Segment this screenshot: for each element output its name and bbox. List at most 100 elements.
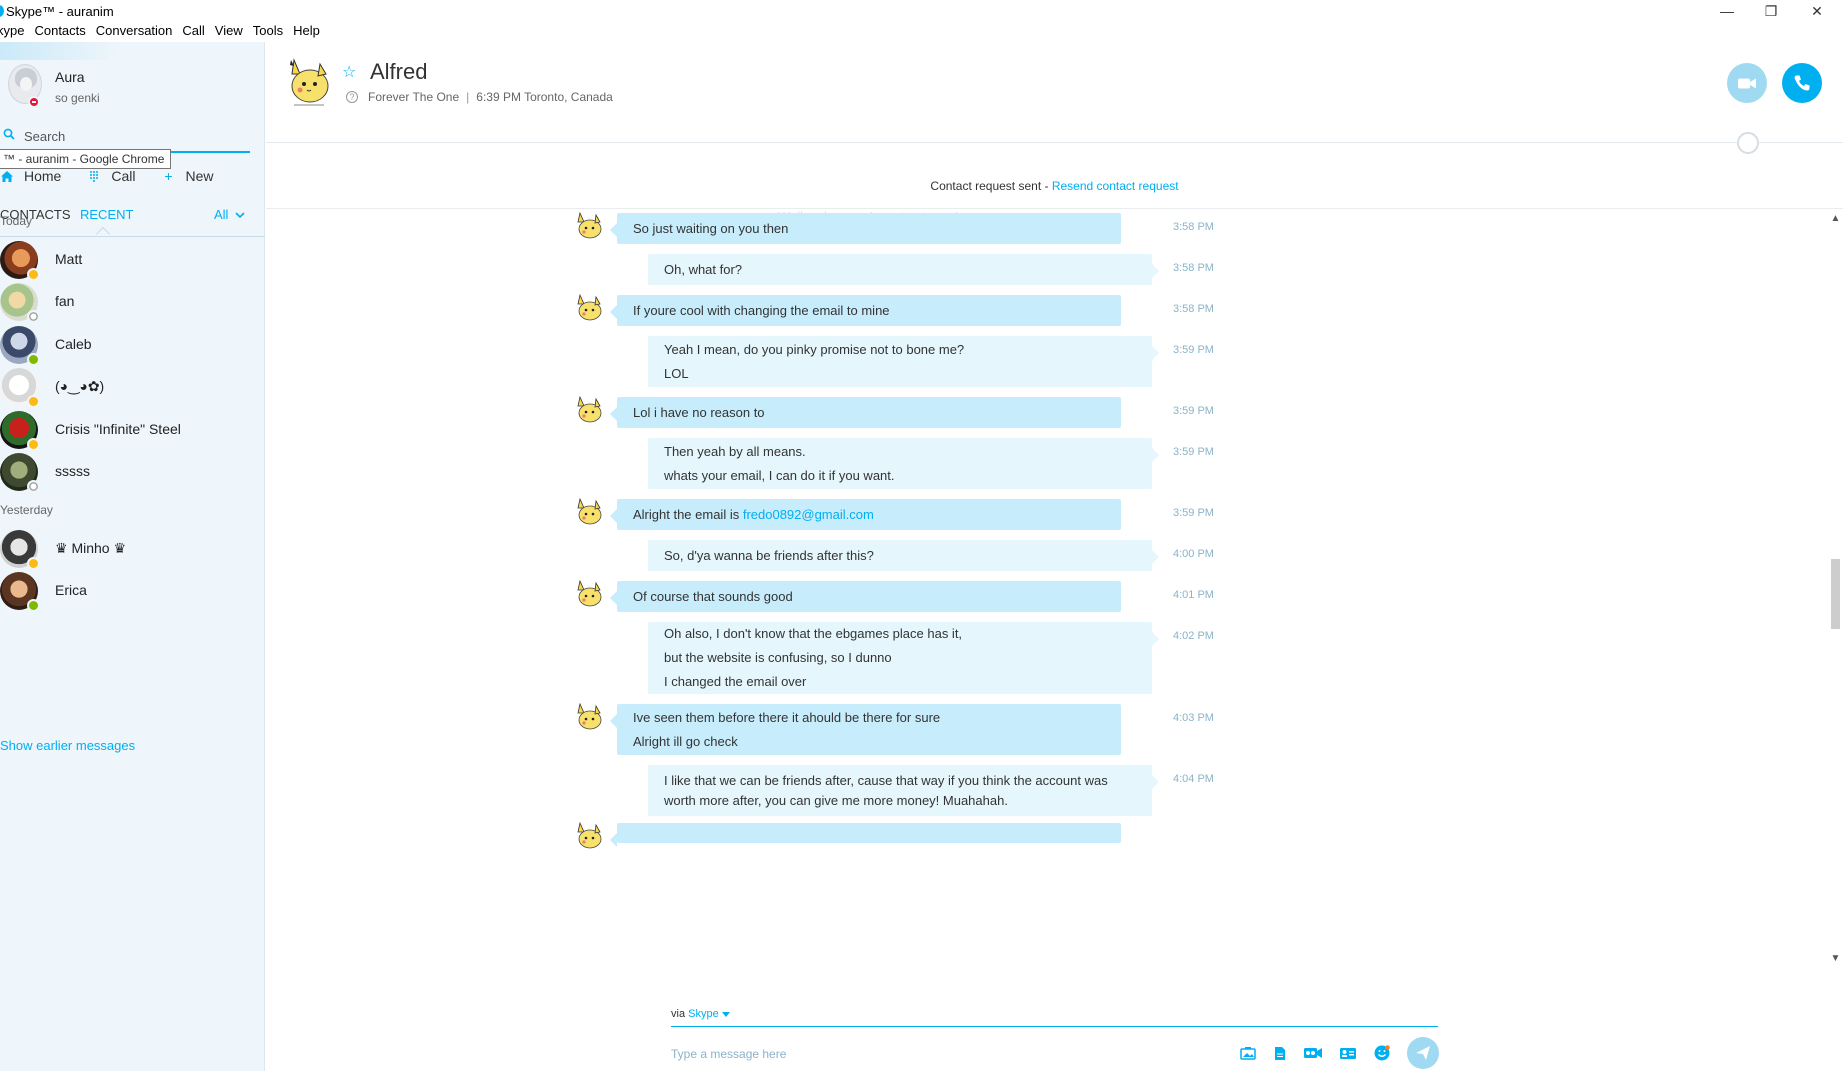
contact-name: Matt [55,251,83,267]
globe-icon[interactable] [1737,132,1759,154]
scroll-thumb[interactable] [1831,559,1840,629]
message-text: I like that we can be friends after, cau… [664,772,1108,808]
search-input[interactable] [24,125,244,147]
info-separator: | [466,90,470,104]
dnd-status-icon [28,96,40,108]
sender-avatar[interactable] [574,577,606,609]
composer-divider [671,1026,1438,1027]
audio-call-button[interactable] [1782,63,1822,103]
sender-avatar[interactable] [574,819,606,851]
outgoing-message[interactable]: Then yeah by all means. whats your email,… [648,438,1159,489]
sender-avatar[interactable] [574,393,606,425]
resend-request-link[interactable]: Resend contact request [1052,179,1179,193]
send-file-button[interactable] [1270,1043,1290,1063]
contact-item[interactable]: Caleb [0,324,265,368]
outgoing-message[interactable]: So, d'ya wanna be friends after this? [648,540,1159,571]
menu-skype[interactable]: kype [0,23,24,43]
menu-help[interactable]: Help [293,23,320,43]
filter-dropdown[interactable]: All [214,207,245,222]
contact-name: fan [55,293,75,309]
nav-call-label: Call [111,168,136,184]
scroll-down-arrow-icon[interactable]: ▼ [1828,953,1843,965]
sender-avatar[interactable] [574,495,606,527]
group-yesterday: Yesterday [0,503,53,517]
contact-item[interactable]: (◕‿◕✿) [0,366,265,410]
contact-item[interactable]: ♛ Minho ♛ [0,528,265,572]
message-timestamp: 3:59 PM [1173,405,1214,417]
message-text: So just waiting on you then [633,220,789,236]
contact-item[interactable]: Crisis "Infinite" Steel [0,409,265,453]
restore-button[interactable]: ❐ [1749,0,1793,22]
contact-item[interactable]: sssss [0,451,265,495]
profile-mood[interactable]: so genki [55,91,100,105]
contact-mood: Forever The One [368,90,460,104]
nav-home[interactable]: Home [0,168,61,184]
email-link[interactable]: fredo0892@gmail.com [743,507,874,522]
tab-recent[interactable]: RECENT [80,207,133,222]
video-message-button[interactable] [1303,1043,1323,1063]
send-photo-button[interactable] [1238,1043,1258,1063]
message-text: Then yeah by all means. [664,443,806,459]
incoming-message[interactable]: Alright the email is fredo0892@gmail.com [610,499,1121,530]
contact-item[interactable]: Matt [0,239,265,283]
message-scrollbar[interactable]: ▲ ▼ [1828,209,1843,972]
message-timestamp: 4:04 PM [1173,773,1214,785]
message-text: whats your email, I can do it if you wan… [664,467,895,483]
message-list[interactable]: Well as long as I can trust you I suppos… [266,209,1829,972]
message-text: Of course that sounds good [633,588,793,604]
home-icon [1,170,13,182]
message-timestamp: 3:59 PM [1173,344,1214,356]
contact-card-icon [1340,1047,1356,1059]
incoming-message[interactable]: Lol i have no reason to [610,397,1121,428]
nav-new[interactable]: + New [161,168,213,184]
favorite-star-icon[interactable]: ☆ [342,62,356,82]
contact-avatar[interactable] [284,52,336,108]
outgoing-message[interactable]: Oh also, I don't know that the ebgames p… [648,622,1159,694]
video-call-button[interactable] [1727,63,1767,103]
message-input[interactable] [671,1043,1211,1065]
menu-contacts[interactable]: Contacts [34,23,85,43]
outgoing-message[interactable]: Yeah I mean, do you pinky promise not to… [648,336,1159,387]
incoming-message-partial[interactable] [610,823,1121,847]
menu-bar: kype Contacts Conversation Call View Too… [0,23,330,43]
message-text: Alright ill go check [633,733,738,749]
contact-item[interactable]: fan [0,281,265,325]
sender-avatar[interactable] [574,209,606,241]
send-arrow-icon [1416,1046,1430,1060]
incoming-message[interactable]: Ive seen them before there it ahould be … [610,704,1121,755]
incoming-message[interactable]: If youre cool with changing the email to… [610,295,1121,326]
contact-local-time: 6:39 PM Toronto, Canada [476,90,613,104]
close-button[interactable]: ✕ [1795,0,1839,22]
dialpad-icon [90,171,99,182]
contact-name: (◕‿◕✿) [55,378,105,394]
via-label: via [671,1008,686,1020]
message-text: Yeah I mean, do you pinky promise not to… [664,341,965,357]
contact-name: Caleb [55,336,92,352]
incoming-message[interactable]: So just waiting on you then [610,213,1121,244]
message-timestamp: 4:01 PM [1173,589,1214,601]
send-button[interactable] [1407,1037,1439,1069]
outgoing-message[interactable]: I like that we can be friends after, cau… [648,765,1159,816]
nav-home-label: Home [24,168,62,184]
nav-call[interactable]: Call [87,168,135,184]
via-selector[interactable]: via Skype [671,1008,730,1020]
menu-call[interactable]: Call [182,23,204,43]
show-earlier-link[interactable]: Show earlier messages [0,738,135,753]
contact-item[interactable]: Erica [0,570,265,614]
menu-view[interactable]: View [215,23,243,43]
message-text: If youre cool with changing the email to… [633,302,890,318]
minimize-button[interactable]: — [1705,0,1749,22]
emoticon-button[interactable] [1372,1043,1392,1063]
message-timestamp: 3:58 PM [1173,262,1214,274]
sender-avatar[interactable] [574,700,606,732]
menu-conversation[interactable]: Conversation [96,23,173,43]
profile-name[interactable]: Aura [55,69,85,85]
offline-status-icon [27,480,40,493]
menu-tools[interactable]: Tools [253,23,283,43]
incoming-message[interactable]: Of course that sounds good [610,581,1121,612]
sender-avatar[interactable] [574,291,606,323]
scroll-up-arrow-icon[interactable]: ▲ [1828,213,1843,225]
skype-logo-icon [0,5,4,17]
outgoing-message[interactable]: Oh, what for? [648,254,1159,285]
send-contacts-button[interactable] [1338,1043,1358,1063]
